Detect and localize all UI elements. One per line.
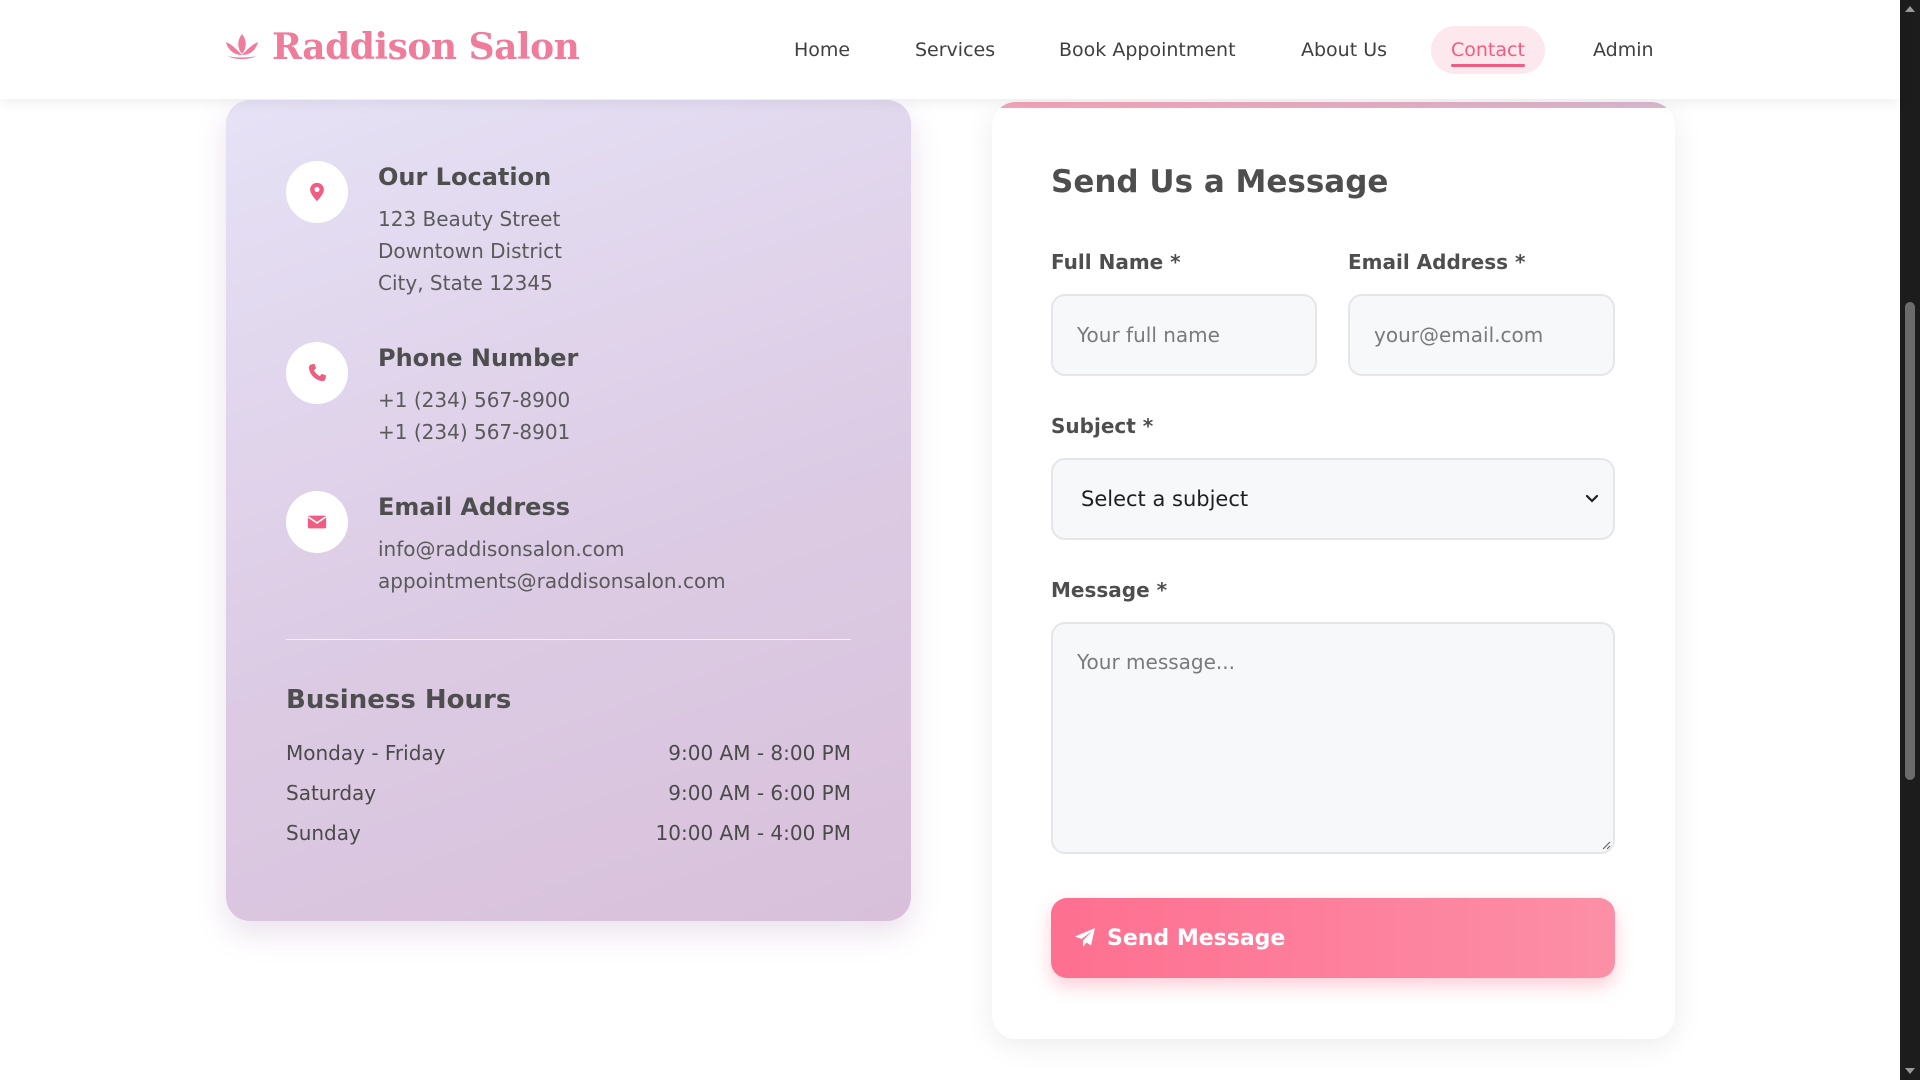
- email-icon-circle: [286, 491, 348, 553]
- hours-time: 10:00 AM - 4:00 PM: [655, 821, 851, 845]
- scroll-up-icon[interactable]: [1905, 6, 1915, 12]
- email-block: Email Address info@raddisonsalon.com app…: [286, 491, 726, 597]
- map-pin-icon: [310, 182, 324, 202]
- hours-row: Saturday 9:00 AM - 6:00 PM: [286, 781, 851, 805]
- email-link[interactable]: appointments@raddisonsalon.com: [378, 565, 726, 597]
- address-line: 123 Beauty Street: [378, 207, 561, 231]
- subject-selected-value: Select a subject: [1081, 487, 1249, 511]
- phone-icon-circle: [286, 342, 348, 404]
- hours-time: 9:00 AM - 8:00 PM: [668, 741, 851, 765]
- active-nav-underline: [1451, 64, 1525, 67]
- resize-grip-icon[interactable]: [1601, 840, 1611, 850]
- business-hours-title: Business Hours: [286, 685, 512, 715]
- site-header: Raddison Salon Home Services Book Appoin…: [0, 0, 1900, 99]
- location-block: Our Location 123 Beauty Street Downtown …: [286, 161, 562, 299]
- phone-block: Phone Number +1 (234) 567-8900 +1 (234) …: [286, 342, 578, 448]
- email-label: Email Address *: [1348, 250, 1526, 274]
- nav-contact[interactable]: Contact: [1431, 26, 1545, 74]
- main-nav: Home Services Book Appointment About Us …: [0, 26, 1900, 74]
- nav-about-us[interactable]: About Us: [1301, 26, 1387, 74]
- full-name-input[interactable]: [1051, 294, 1317, 376]
- nav-services[interactable]: Services: [915, 26, 995, 74]
- envelope-icon: [307, 515, 327, 529]
- scrollbar-thumb[interactable]: [1905, 302, 1915, 780]
- hours-day: Monday - Friday: [286, 741, 446, 765]
- location-title: Our Location: [378, 163, 552, 191]
- phone-number[interactable]: +1 (234) 567-8901: [378, 416, 578, 448]
- email-link[interactable]: info@raddisonsalon.com: [378, 533, 726, 565]
- phone-title: Phone Number: [378, 344, 579, 372]
- send-message-label: Send Message: [1107, 925, 1286, 951]
- message-label: Message *: [1051, 578, 1168, 602]
- full-name-label: Full Name *: [1051, 250, 1181, 274]
- contact-info-card: Our Location 123 Beauty Street Downtown …: [226, 100, 911, 921]
- nav-admin[interactable]: Admin: [1593, 26, 1654, 74]
- hours-row: Monday - Friday 9:00 AM - 8:00 PM: [286, 741, 851, 765]
- nav-home[interactable]: Home: [794, 26, 850, 74]
- email-input[interactable]: [1348, 294, 1615, 376]
- hours-day: Saturday: [286, 781, 377, 805]
- scroll-down-icon[interactable]: [1905, 1068, 1915, 1074]
- card-accent-bar: [992, 102, 1675, 108]
- address-line: City, State 12345: [378, 271, 553, 295]
- hours-time: 9:00 AM - 6:00 PM: [668, 781, 851, 805]
- chevron-down-icon: [1585, 494, 1599, 503]
- paper-plane-icon: [1075, 928, 1095, 947]
- form-title: Send Us a Message: [1051, 164, 1389, 200]
- nav-contact-label: Contact: [1451, 39, 1525, 61]
- location-icon-circle: [286, 161, 348, 223]
- send-message-button[interactable]: Send Message: [1051, 898, 1615, 978]
- page-scrollbar[interactable]: [1900, 0, 1920, 1080]
- info-divider: [286, 639, 851, 640]
- email-title: Email Address: [378, 493, 571, 521]
- phone-icon: [308, 364, 326, 382]
- subject-label: Subject *: [1051, 414, 1154, 438]
- phone-number[interactable]: +1 (234) 567-8900: [378, 384, 578, 416]
- subject-select[interactable]: Select a subject: [1051, 458, 1615, 540]
- hours-day: Sunday: [286, 821, 361, 845]
- message-textarea[interactable]: [1051, 622, 1615, 854]
- hours-row: Sunday 10:00 AM - 4:00 PM: [286, 821, 851, 845]
- contact-form-card: Send Us a Message Full Name * Email Addr…: [992, 102, 1675, 1039]
- nav-book-appointment[interactable]: Book Appointment: [1059, 26, 1236, 74]
- address-line: Downtown District: [378, 239, 562, 263]
